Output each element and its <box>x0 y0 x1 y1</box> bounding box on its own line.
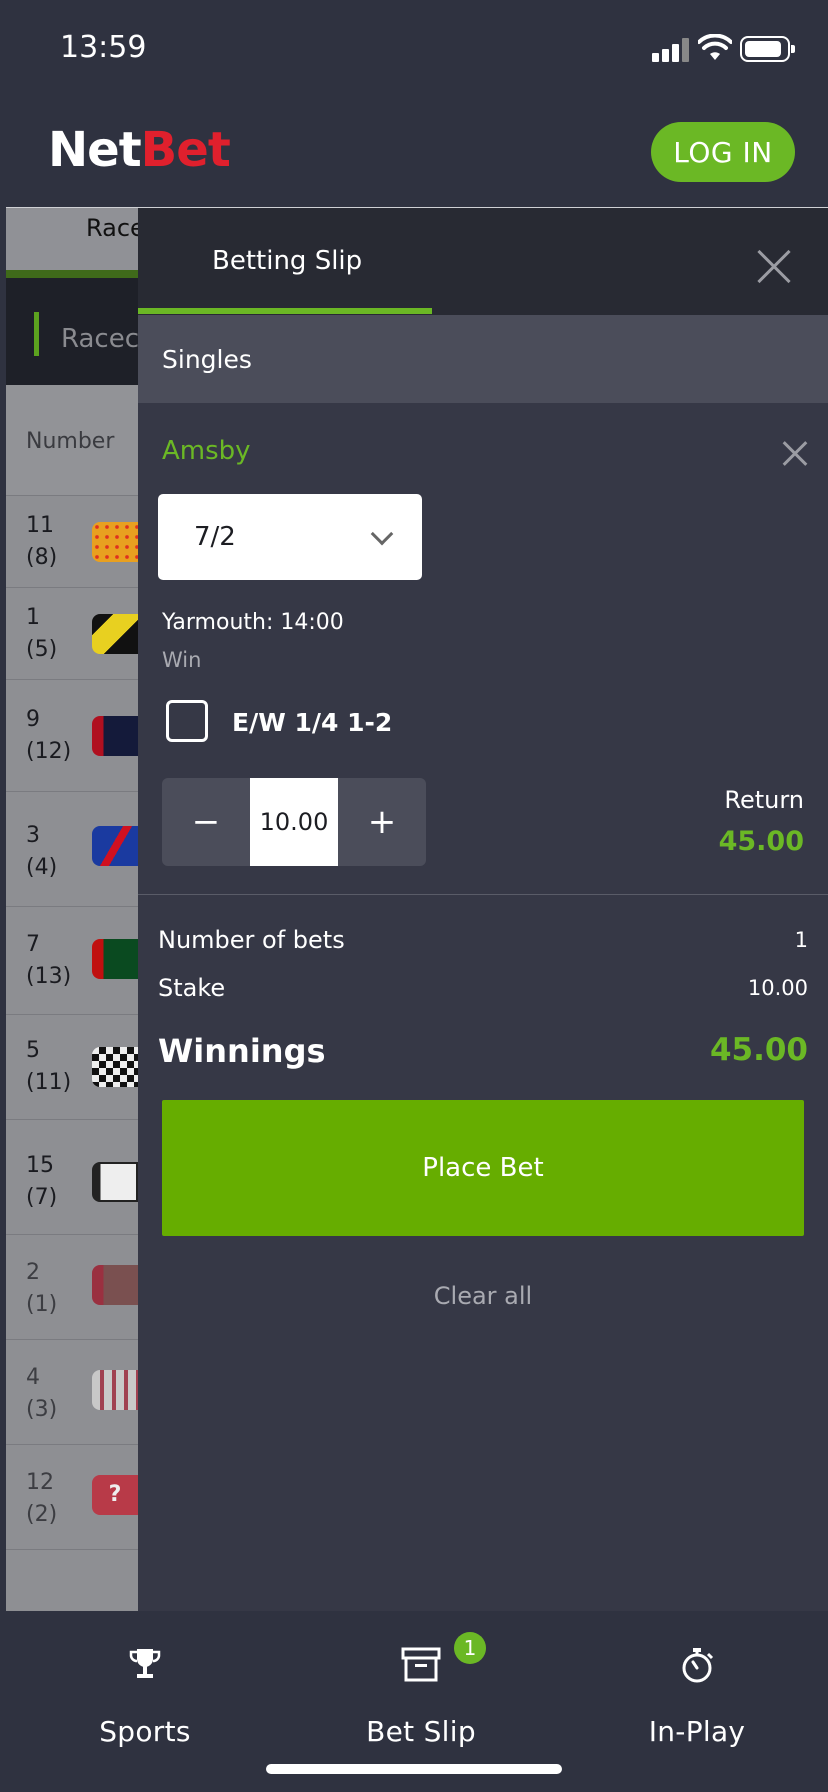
active-tab-indicator <box>138 308 432 314</box>
login-button[interactable]: LOG IN <box>651 122 795 182</box>
return-label: Return <box>724 786 804 814</box>
runner-row: 5 (11) <box>6 1015 138 1120</box>
number-of-bets-row: Number of bets 1 <box>158 926 808 954</box>
status-bar: 13:59 <box>0 0 828 100</box>
betting-slip-header: Betting Slip <box>138 208 828 315</box>
column-header: Number <box>6 385 138 496</box>
trophy-icon <box>129 1649 161 1678</box>
wifi-icon <box>698 34 732 60</box>
runner-row: 9 (12) <box>6 680 138 792</box>
jockey-silk-icon <box>92 716 138 756</box>
archive-box-icon <box>401 1647 441 1682</box>
stake-input[interactable]: 10.00 <box>250 778 338 866</box>
runner-row: 12 (2) ? <box>6 1445 138 1550</box>
race-tab-underline <box>6 270 138 278</box>
jockey-silk-icon: ? <box>92 1475 138 1515</box>
racecard-background: Race Racec Number 11 (8) 1 (5) 9 (12) 3 … <box>6 208 138 1611</box>
selection-name: Amsby <box>162 436 251 466</box>
status-time: 13:59 <box>60 30 147 65</box>
event-venue: Yarmouth: 14:00 <box>162 610 344 635</box>
cellular-signal-icon <box>652 38 690 62</box>
close-slip-icon[interactable] <box>756 248 792 284</box>
market-type: Win <box>162 648 202 672</box>
return-value: 45.00 <box>718 826 804 857</box>
runner-row: 15 (7) <box>6 1120 138 1235</box>
race-tab: Race <box>6 208 138 276</box>
stopwatch-icon <box>682 1648 714 1683</box>
clear-all-link[interactable]: Clear all <box>138 1282 828 1310</box>
jockey-silk-icon <box>92 1265 138 1305</box>
odds-dropdown[interactable]: 7/2 <box>158 494 422 580</box>
each-way-checkbox[interactable] <box>166 700 208 742</box>
odds-value: 7/2 <box>194 522 236 552</box>
netbet-logo[interactable]: NetBet <box>48 122 231 178</box>
runner-row: 11 (8) <box>6 496 138 588</box>
runner-row: 7 (13) <box>6 907 138 1015</box>
jockey-silk-icon <box>92 1162 138 1202</box>
runner-row: 2 (1) <box>6 1235 138 1340</box>
chevron-down-icon <box>370 522 394 546</box>
jockey-silk-icon <box>92 614 138 654</box>
remove-selection-icon[interactable] <box>782 440 808 466</box>
betting-slip-tab[interactable]: Betting Slip <box>212 246 362 276</box>
stake-stepper: − 10.00 + <box>162 778 426 866</box>
betting-slip-panel: Betting Slip Singles Amsby 7/2 Yarmouth:… <box>138 208 828 1611</box>
each-way-label: E/W 1/4 1-2 <box>232 708 393 737</box>
singles-section-header: Singles <box>138 315 828 403</box>
runner-row: 4 (3) <box>6 1340 138 1445</box>
bet-slip-count-badge: 1 <box>454 1632 486 1664</box>
summary-divider <box>138 894 828 895</box>
jockey-silk-icon <box>92 1047 138 1087</box>
stake-row: Stake 10.00 <box>158 974 808 1002</box>
increase-stake-button[interactable]: + <box>338 778 426 866</box>
jockey-silk-icon <box>92 1370 138 1410</box>
runner-row: 1 (5) <box>6 588 138 680</box>
jockey-silk-icon <box>92 522 138 562</box>
jockey-silk-icon <box>92 826 138 866</box>
decrease-stake-button[interactable]: − <box>162 778 250 866</box>
home-indicator[interactable] <box>266 1764 562 1774</box>
racecard-header: Racec <box>6 278 138 385</box>
place-bet-button[interactable]: Place Bet <box>162 1100 804 1236</box>
winnings-row: Winnings 45.00 <box>158 1032 808 1070</box>
runner-row: 3 (4) <box>6 792 138 907</box>
battery-icon <box>740 36 795 62</box>
jockey-silk-icon <box>92 939 138 979</box>
